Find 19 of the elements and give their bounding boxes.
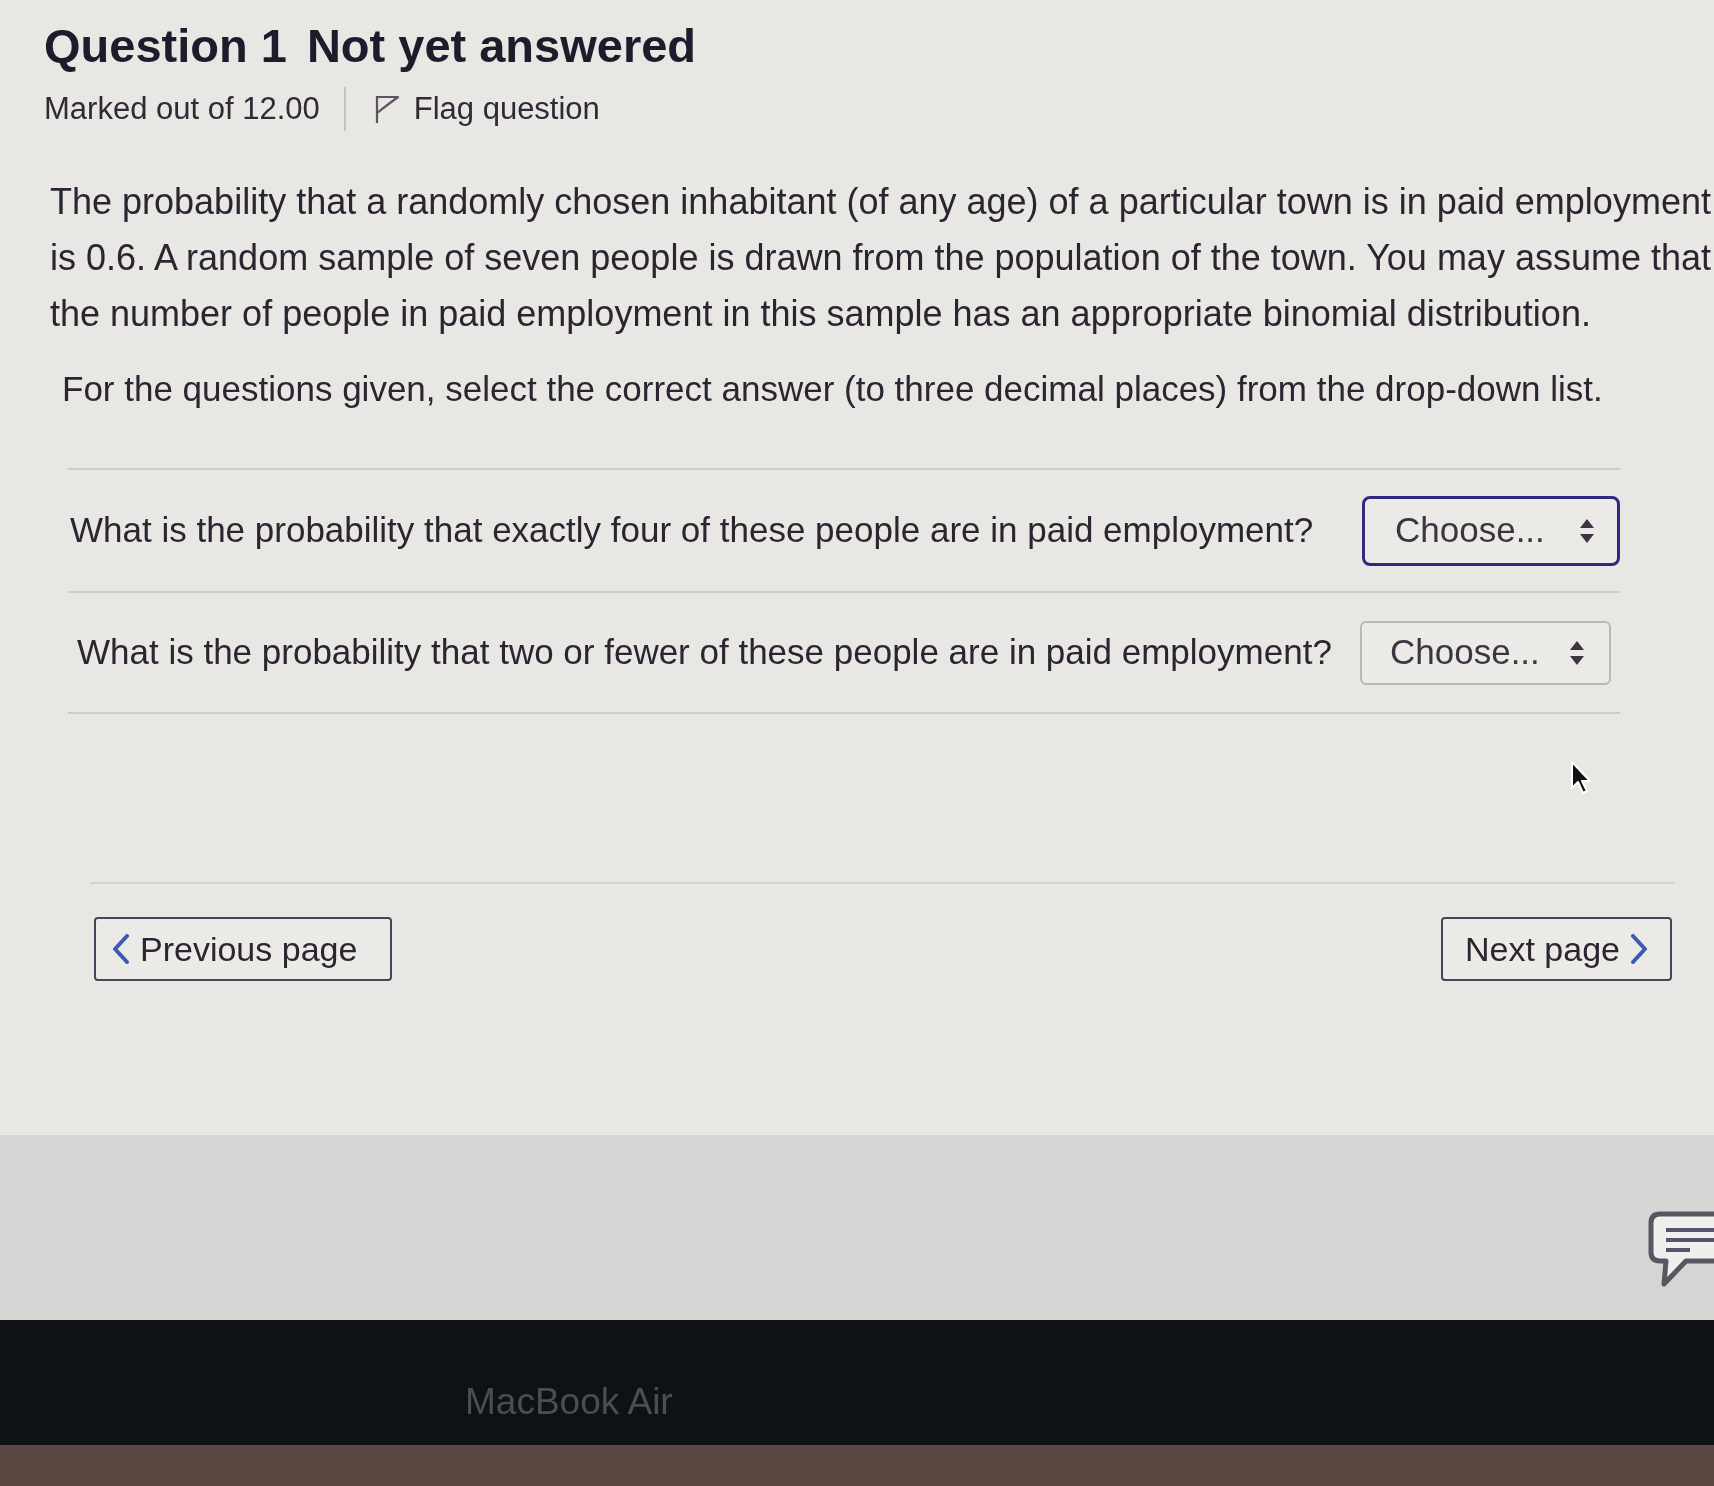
bezel-label: MacBook Air: [465, 1382, 673, 1422]
sort-arrows-icon: [1569, 639, 1585, 666]
mouse-pointer-icon: [1570, 760, 1592, 796]
question-number: Question 1: [44, 18, 287, 74]
next-page-button[interactable]: Next page: [1441, 917, 1672, 981]
subquestion-text: What is the probability that two or fewer of these people are in paid employment?: [77, 631, 1332, 674]
flag-icon[interactable]: [373, 94, 400, 124]
previous-page-button[interactable]: Previous page: [94, 917, 392, 981]
instruction-text: For the questions given, select the correct answer (to three decimal places) from the drop-down list.: [62, 368, 1604, 410]
marks-label: Marked out of 12.00: [44, 89, 320, 128]
chevron-left-icon: [112, 934, 130, 964]
chevron-right-icon: [1630, 934, 1648, 964]
flag-question-link[interactable]: Flag question: [413, 85, 600, 133]
question-status: Not yet answered: [306, 18, 697, 74]
answer-dropdown[interactable]: Choose...: [1362, 495, 1620, 566]
subquestion-text: What is the probability that exactly four of these people are in paid employment?: [70, 509, 1314, 552]
question-text: The probability that a randomly chosen inhabitant (of any age) of a particular town is in paid employment is 0.6. A random sample of seven people is drawn from the population of the town. You may assume that the number of people in paid employment in this sample has an appropriate binomial distribution.: [50, 180, 1712, 336]
answer-dropdown[interactable]: Choose...: [1360, 620, 1611, 685]
sort-arrows-icon: [1579, 517, 1595, 544]
